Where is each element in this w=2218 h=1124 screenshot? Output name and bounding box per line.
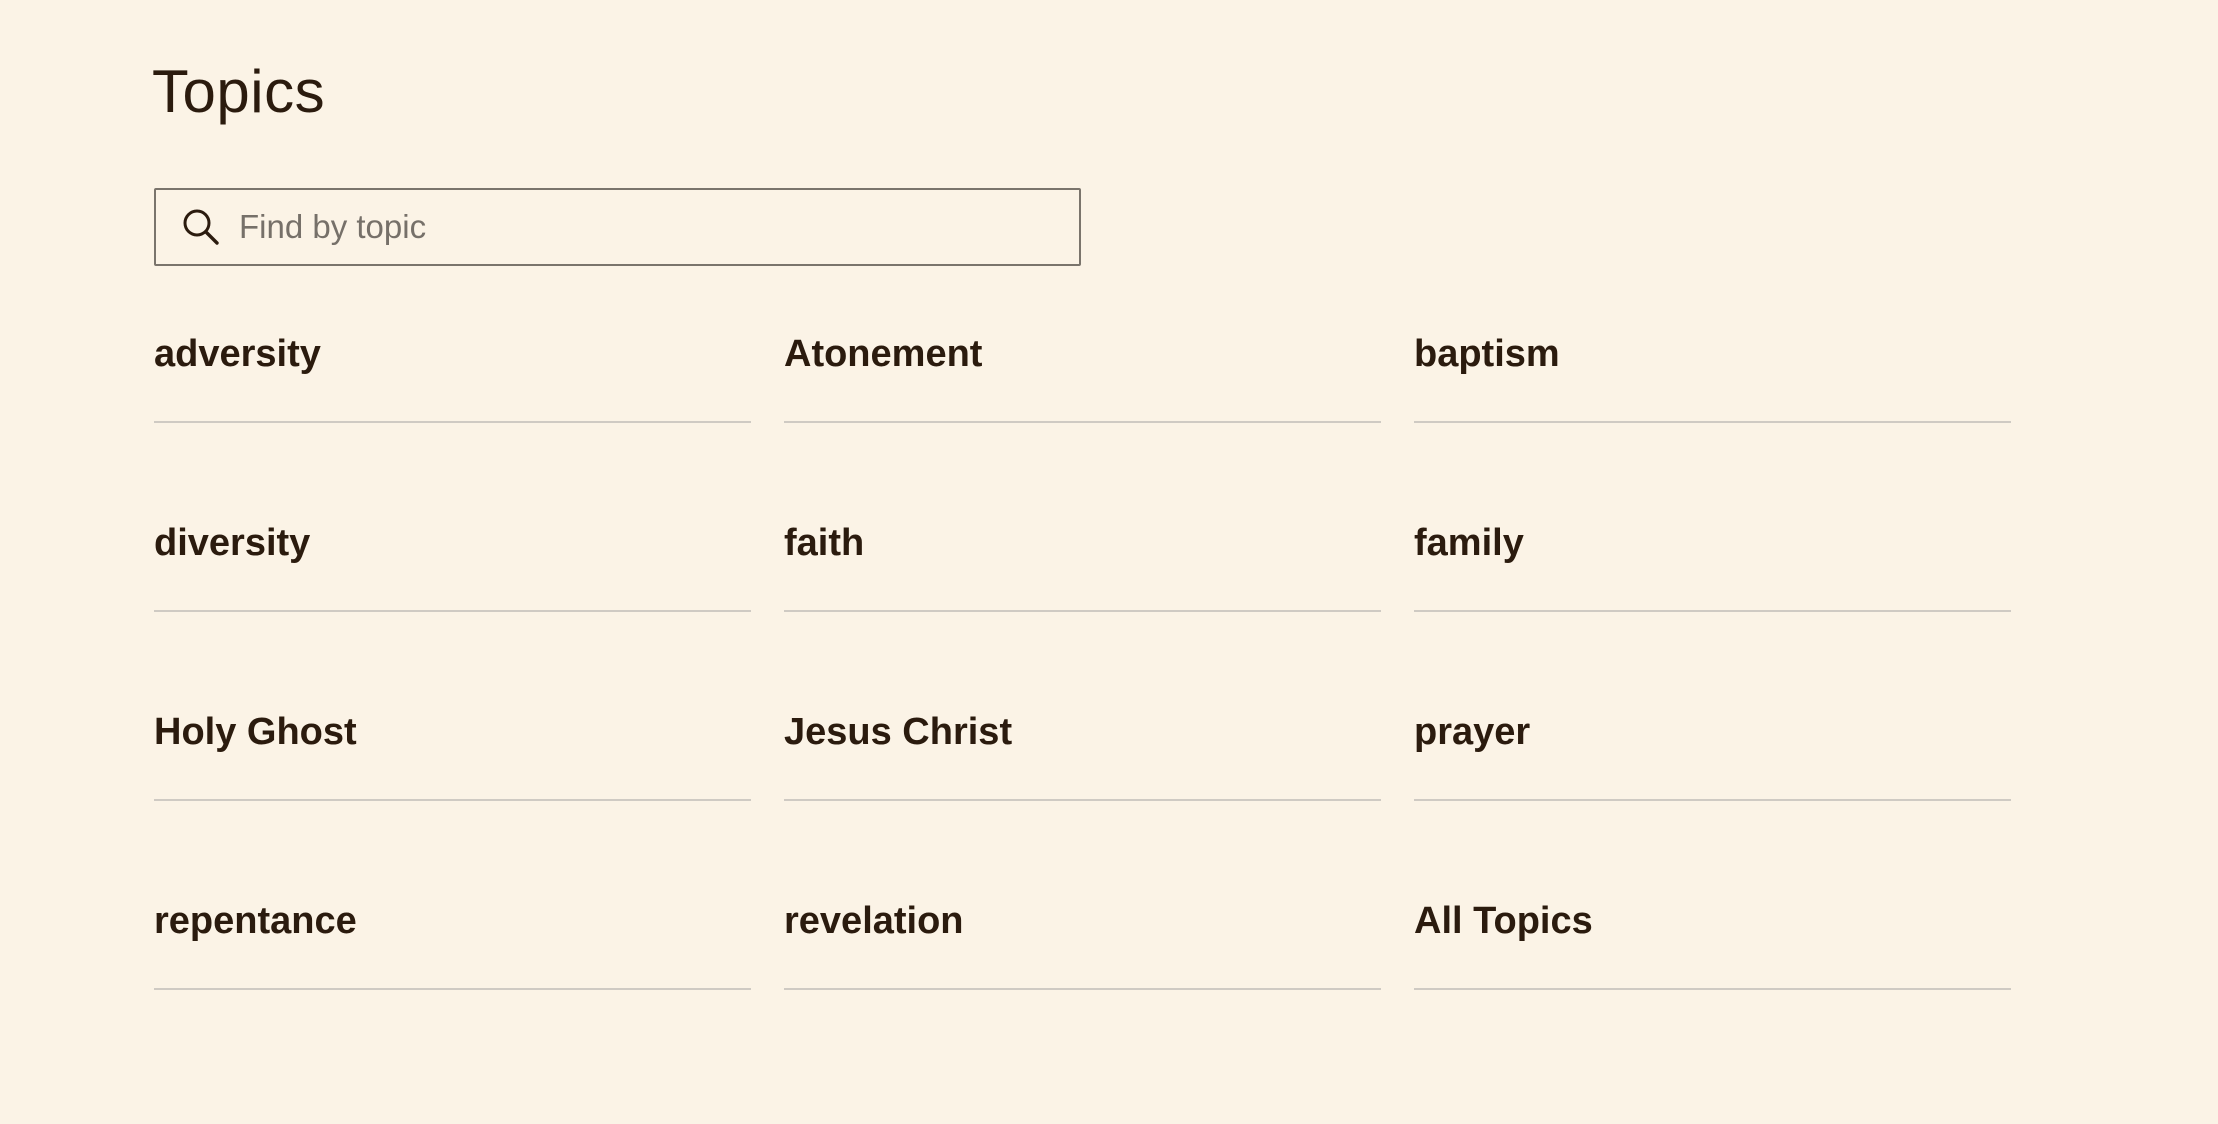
topic-label: baptism [1414,333,1560,375]
topic-link-prayer[interactable]: prayer [1414,678,2011,867]
divider [154,610,751,612]
topic-label: Atonement [784,333,983,375]
topic-link-family[interactable]: family [1414,489,2011,678]
divider [1414,799,2011,801]
topic-label: Holy Ghost [154,711,357,753]
divider [784,421,1381,423]
topic-link-adversity[interactable]: adversity [154,300,751,489]
divider [154,988,751,990]
search-input[interactable] [237,191,1079,263]
divider [784,610,1381,612]
topic-link-holy-ghost[interactable]: Holy Ghost [154,678,751,867]
topic-label: Jesus Christ [784,711,1013,753]
search-box[interactable] [154,188,1081,266]
topic-link-atonement[interactable]: Atonement [784,300,1381,489]
divider [784,988,1381,990]
topic-link-diversity[interactable]: diversity [154,489,751,678]
topic-label: family [1414,522,1524,564]
topic-link-jesus-christ[interactable]: Jesus Christ [784,678,1381,867]
topic-label: diversity [154,522,311,564]
divider [154,421,751,423]
topic-link-faith[interactable]: faith [784,489,1381,678]
topic-label: repentance [154,900,357,942]
divider [1414,610,2011,612]
topic-label: revelation [784,900,964,942]
topic-grid: adversity Atonement baptism diversity fa… [154,300,2011,1056]
divider [784,799,1381,801]
topic-link-revelation[interactable]: revelation [784,867,1381,1056]
topic-link-repentance[interactable]: repentance [154,867,751,1056]
topic-label: faith [784,522,865,564]
divider [1414,421,2011,423]
topic-link-all-topics[interactable]: All Topics [1414,867,2011,1056]
topic-link-baptism[interactable]: baptism [1414,300,2011,489]
divider [1414,988,2011,990]
page-title: Topics [152,58,326,125]
topic-label: prayer [1414,711,1531,753]
search-icon[interactable] [179,205,223,249]
topic-label: All Topics [1414,900,1593,942]
divider [154,799,751,801]
topic-label: adversity [154,333,321,375]
